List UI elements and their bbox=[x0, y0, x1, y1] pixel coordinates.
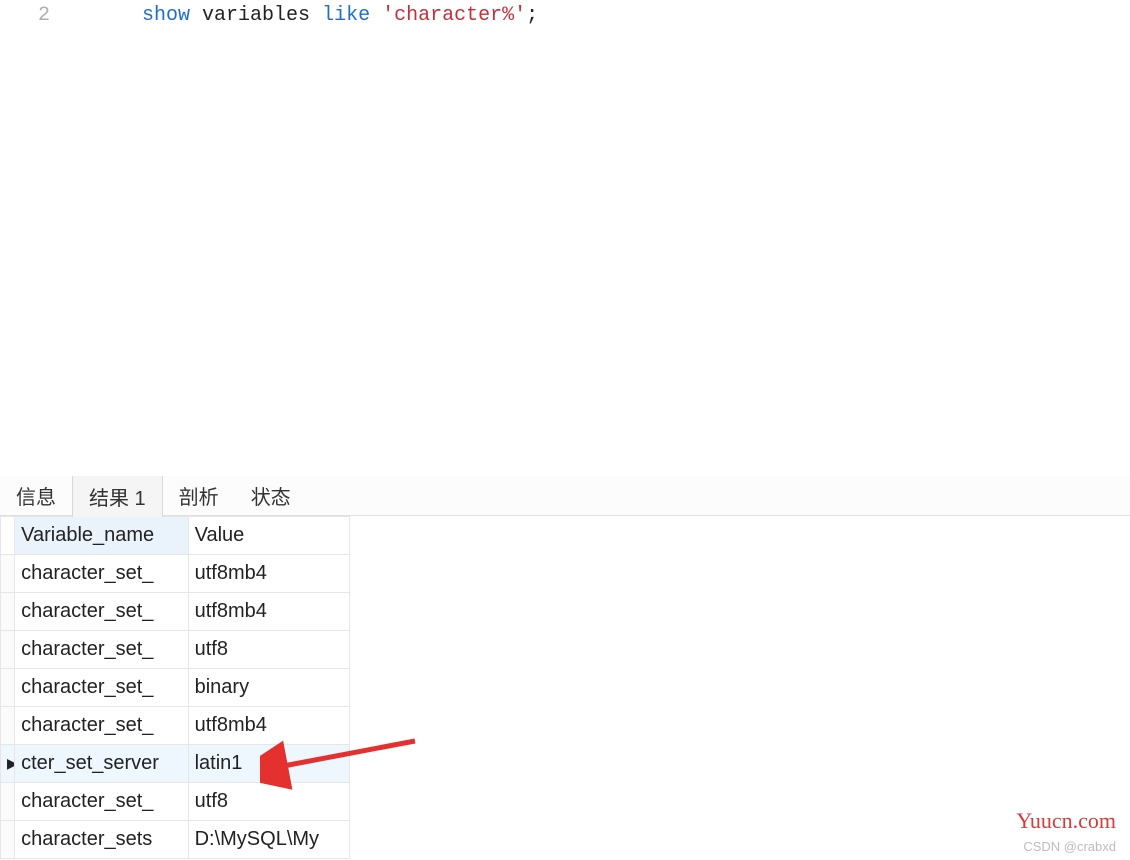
row-marker[interactable]: ▶ bbox=[1, 745, 15, 783]
row-marker[interactable] bbox=[1, 707, 15, 745]
column-header-variable-name[interactable]: Variable_name bbox=[15, 517, 188, 555]
cell-value[interactable]: utf8mb4 bbox=[188, 555, 349, 593]
sql-semicolon: ; bbox=[526, 4, 538, 27]
cell-variable-name[interactable]: character_set_ bbox=[15, 707, 188, 745]
table-row[interactable]: character_set_utf8mb4 bbox=[1, 707, 350, 745]
tab-status[interactable]: 状态 bbox=[235, 475, 307, 516]
sql-string-literal: 'character%' bbox=[382, 4, 526, 27]
sql-keyword-show: show bbox=[142, 4, 190, 27]
cell-value[interactable]: D:\MySQL\My bbox=[188, 821, 349, 859]
cell-value[interactable]: utf8mb4 bbox=[188, 593, 349, 631]
column-header-value[interactable]: Value bbox=[188, 517, 349, 555]
watermark-csdn: CSDN @crabxd bbox=[1023, 839, 1116, 854]
results-tabs: 信息 结果 1 剖析 状态 bbox=[0, 476, 1130, 516]
table-row[interactable]: ▶cter_set_serverlatin1 bbox=[1, 745, 350, 783]
row-marker[interactable] bbox=[1, 821, 15, 859]
results-grid[interactable]: Variable_name Value character_set_utf8mb… bbox=[0, 516, 1130, 859]
cell-variable-name[interactable]: character_set_ bbox=[15, 783, 188, 821]
row-marker[interactable] bbox=[1, 631, 15, 669]
table-row[interactable]: character_set_binary bbox=[1, 669, 350, 707]
result-table: Variable_name Value character_set_utf8mb… bbox=[0, 516, 350, 859]
sql-editor[interactable]: 2 show variables like 'character%'; bbox=[0, 0, 1130, 476]
cell-value[interactable]: binary bbox=[188, 669, 349, 707]
table-row[interactable]: character_set_utf8mb4 bbox=[1, 555, 350, 593]
cell-variable-name[interactable]: character_sets bbox=[15, 821, 188, 859]
cell-value[interactable]: utf8 bbox=[188, 631, 349, 669]
row-marker[interactable] bbox=[1, 593, 15, 631]
cell-variable-name[interactable]: character_set_ bbox=[15, 631, 188, 669]
sql-keyword-like: like bbox=[322, 4, 370, 27]
cell-variable-name[interactable]: cter_set_server bbox=[15, 745, 188, 783]
cell-value[interactable]: utf8mb4 bbox=[188, 707, 349, 745]
code-line-2[interactable]: 2 show variables like 'character%'; bbox=[0, 2, 1130, 28]
row-marker[interactable] bbox=[1, 669, 15, 707]
sql-ident-variables: variables bbox=[190, 4, 322, 27]
cell-value[interactable]: latin1 bbox=[188, 745, 349, 783]
cell-value[interactable]: utf8 bbox=[188, 783, 349, 821]
table-row[interactable]: character_set_utf8mb4 bbox=[1, 593, 350, 631]
tab-result-1[interactable]: 结果 1 bbox=[72, 475, 163, 517]
row-marker[interactable] bbox=[1, 555, 15, 593]
table-row[interactable]: character_set_utf8 bbox=[1, 783, 350, 821]
tab-profile[interactable]: 剖析 bbox=[163, 475, 235, 516]
watermark-yuucn: Yuucn.com bbox=[1016, 808, 1116, 834]
header-row-selector[interactable] bbox=[1, 517, 15, 555]
cell-variable-name[interactable]: character_set_ bbox=[15, 555, 188, 593]
cell-variable-name[interactable]: character_set_ bbox=[15, 669, 188, 707]
code-content: show variables like 'character%'; bbox=[70, 0, 538, 50]
tab-info[interactable]: 信息 bbox=[0, 475, 72, 516]
line-number: 2 bbox=[0, 4, 70, 27]
cell-variable-name[interactable]: character_set_ bbox=[15, 593, 188, 631]
row-marker[interactable] bbox=[1, 783, 15, 821]
table-header-row: Variable_name Value bbox=[1, 517, 350, 555]
table-row[interactable]: character_setsD:\MySQL\My bbox=[1, 821, 350, 859]
table-row[interactable]: character_set_utf8 bbox=[1, 631, 350, 669]
